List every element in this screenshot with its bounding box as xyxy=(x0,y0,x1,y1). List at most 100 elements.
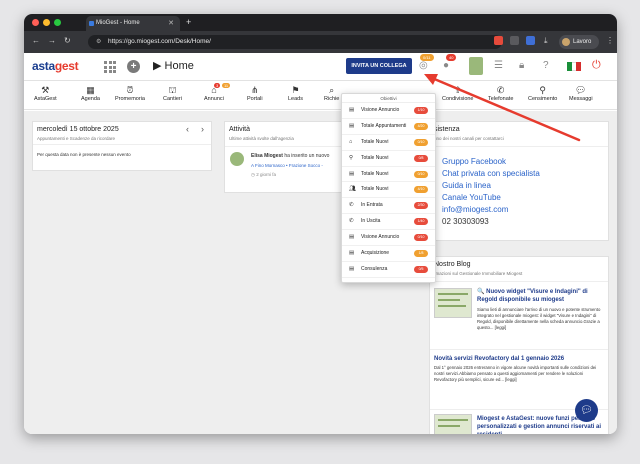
objective-item[interactable]: ✆ In Entrata 2/30 xyxy=(342,198,435,215)
objective-item[interactable]: ▤ Totale Nuovi 0/10 xyxy=(342,167,435,183)
agenda-date: mercoledì 15 ottobre 2025 xyxy=(37,126,119,133)
toolbar-label: Censimento xyxy=(528,96,558,102)
close-window-button[interactable] xyxy=(32,19,39,26)
extension-calendar-icon[interactable] xyxy=(494,36,503,45)
phone-icon: ✆ xyxy=(496,85,505,95)
browser-tab[interactable]: MioGest - Home ✕ xyxy=(86,16,180,31)
site-info-icon[interactable]: ⚙ xyxy=(96,38,101,45)
agenda-subtitle: Appuntamenti e Scadenze da ricordare xyxy=(37,136,116,141)
objective-label: Consulenza xyxy=(361,265,388,272)
online-guide-link[interactable]: Guida in linea xyxy=(442,180,540,192)
objectives-header: Obiettivi xyxy=(342,94,435,103)
help-icon[interactable]: ? xyxy=(543,60,549,71)
invite-colleague-button[interactable]: INVITA UN COLLEGA xyxy=(346,58,412,74)
chevron-right-icon[interactable]: › xyxy=(201,124,204,134)
objective-label: Totale Appuntamenti xyxy=(361,122,407,129)
astagest-logo[interactable]: astagest xyxy=(32,59,79,73)
lock-icon[interactable]: 🔒︎ xyxy=(519,60,524,71)
toolbar-promemoria[interactable]: ⏰︎ Promemoria xyxy=(115,85,145,102)
objective-item[interactable]: ▤ Consulenza 0/5 xyxy=(342,262,435,278)
objective-item[interactable]: ▤ Visione Annuncio 1/10 xyxy=(342,103,435,119)
notifications-badge: 40 xyxy=(446,54,457,61)
main-toolbar: ⚒ AstaGest ▦ Agenda ⏰︎ Promemoria ⛫ Cantieri… xyxy=(24,82,617,110)
toolbar-annunci[interactable]: ⌂ Annunci 3 11 xyxy=(204,83,231,102)
objective-item[interactable]: ▤ Totale Appuntamenti 4/20 xyxy=(342,119,435,135)
objective-item[interactable]: ⌂ Totale Nuovi 0/10 xyxy=(342,135,435,151)
toolbar-label: Leads xyxy=(288,96,303,102)
close-tab-icon[interactable]: ✕ xyxy=(168,19,174,27)
alarm-icon: ⏰︎ xyxy=(126,85,134,95)
toolbar-astagest[interactable]: ⚒ AstaGest xyxy=(34,85,57,102)
toolbar-messaggi[interactable]: 💬︎ Messaggi xyxy=(569,85,593,102)
objective-item[interactable]: ▤ Acquisizione 1/8 xyxy=(342,246,435,262)
url-text: https://go.miogest.com/Desk/Home/ xyxy=(108,38,211,45)
toolbar-cantieri[interactable]: ⛫ Cantieri xyxy=(163,85,182,102)
objective-progress-badge: 0/10 xyxy=(414,138,428,146)
tab-bar: MioGest - Home ✕ + xyxy=(24,14,617,31)
calendar-icon: ▦ xyxy=(86,85,95,95)
favicon-icon xyxy=(89,21,94,26)
toolbar-richieste[interactable]: ⌕ Richie xyxy=(324,85,339,102)
back-icon[interactable]: ← xyxy=(32,36,40,45)
page-title-text: Home xyxy=(164,60,194,72)
objective-label: Totale Nuovi xyxy=(361,154,389,161)
objectives-icon[interactable]: ◎ xyxy=(419,60,428,71)
toolbar-label: Annunci xyxy=(204,96,224,102)
toolbar-leads[interactable]: ⚑ Leads xyxy=(288,85,303,102)
browser-window: MioGest - Home ✕ + ← → ↻ ⚙ https://go.mi… xyxy=(24,14,617,434)
browser-menu-icon[interactable]: ⋮ xyxy=(606,36,614,45)
extension-cloud-icon[interactable] xyxy=(526,36,535,45)
blog-post-title[interactable]: Novità servizi Revofactory dal 1 gennaio… xyxy=(434,355,606,363)
notifications-icon[interactable]: ● xyxy=(443,60,449,71)
forward-icon[interactable]: → xyxy=(48,36,56,45)
maximize-window-button[interactable] xyxy=(54,19,61,26)
crane-icon: ⛫ xyxy=(168,85,177,95)
blog-post-thumbnail[interactable] xyxy=(434,288,472,318)
url-field[interactable]: ⚙ https://go.miogest.com/Desk/Home/ xyxy=(88,35,502,49)
list-icon: ▤ xyxy=(349,122,355,129)
gavel-icon: ⚒ xyxy=(41,85,50,95)
objective-progress-badge: 4/10 xyxy=(414,186,428,194)
extension-puzzle-icon[interactable] xyxy=(510,36,519,45)
dashboard-content: mercoledì 15 ottobre 2025 ‹ › Appuntamen… xyxy=(24,111,617,434)
download-icon[interactable]: ⤓ xyxy=(544,36,548,46)
logo-accent: gest xyxy=(54,59,79,73)
add-icon[interactable]: + xyxy=(127,60,140,73)
activity-user[interactable]: Elisa Miogest xyxy=(251,153,283,159)
toolbar-label: Richie xyxy=(324,96,340,102)
toolbar-telefonate[interactable]: ✆ Telefonate xyxy=(488,85,513,102)
youtube-channel-link[interactable]: Canale YouTube xyxy=(442,192,540,204)
blog-post-title[interactable]: 🔍 Nuovo widget "Visure e Indagini" di Re… xyxy=(477,288,605,304)
italian-flag-icon[interactable] xyxy=(567,62,582,71)
chat-bubble-button[interactable]: 💬︎ xyxy=(575,399,598,422)
user-avatar[interactable] xyxy=(469,57,483,75)
agenda-card: mercoledì 15 ottobre 2025 ‹ › Appuntamen… xyxy=(32,121,212,171)
profile-button[interactable]: Lavoro xyxy=(559,35,599,49)
objective-progress-badge: 4/20 xyxy=(414,122,428,130)
facebook-group-link[interactable]: Gruppo Facebook xyxy=(442,156,540,168)
reload-icon[interactable]: ↻ xyxy=(64,36,71,45)
toolbar-portali[interactable]: ⋔ Portali xyxy=(247,85,263,102)
minimize-window-button[interactable] xyxy=(43,19,50,26)
settings-sliders-icon[interactable]: ☰ xyxy=(494,60,503,71)
toolbar-agenda[interactable]: ▦ Agenda xyxy=(81,85,100,102)
objective-item[interactable]: 👥︎ Totale Nuovi 4/10 xyxy=(342,182,435,199)
new-tab-icon[interactable]: + xyxy=(186,17,191,27)
private-chat-link[interactable]: Chat privata con specialista xyxy=(442,168,540,180)
activity-line: Elisa Miogest ha inserito un nuovo xyxy=(251,153,329,159)
objective-item[interactable]: ✆ In Uscita 1/40 xyxy=(342,214,435,231)
activity-action: ha inserito un nuovo xyxy=(284,153,330,159)
profile-label: Lavoro xyxy=(573,39,592,45)
house-icon: ⌂ xyxy=(349,138,353,145)
toolbar-label: Condivisione xyxy=(442,96,474,102)
activity-location[interactable]: A Fino Mornasco • Frazione Socco - xyxy=(251,163,323,168)
toolbar-censimento[interactable]: ⚲ Censimento xyxy=(528,85,557,102)
toolbar-condivisione[interactable]: ⇪ Condivisione xyxy=(442,85,474,102)
objective-item[interactable]: ▤ Visione Annuncio 0/10 xyxy=(342,230,435,247)
email-link[interactable]: info@miogest.com xyxy=(442,204,540,216)
chevron-left-icon[interactable]: ‹ xyxy=(186,124,189,134)
logout-icon[interactable]: ⏻ xyxy=(592,59,601,72)
blog-post-thumbnail[interactable] xyxy=(434,414,472,434)
apps-grid-icon[interactable] xyxy=(104,61,116,73)
objective-item[interactable]: ⚲ Totale Nuovi 0/8 xyxy=(342,151,435,167)
